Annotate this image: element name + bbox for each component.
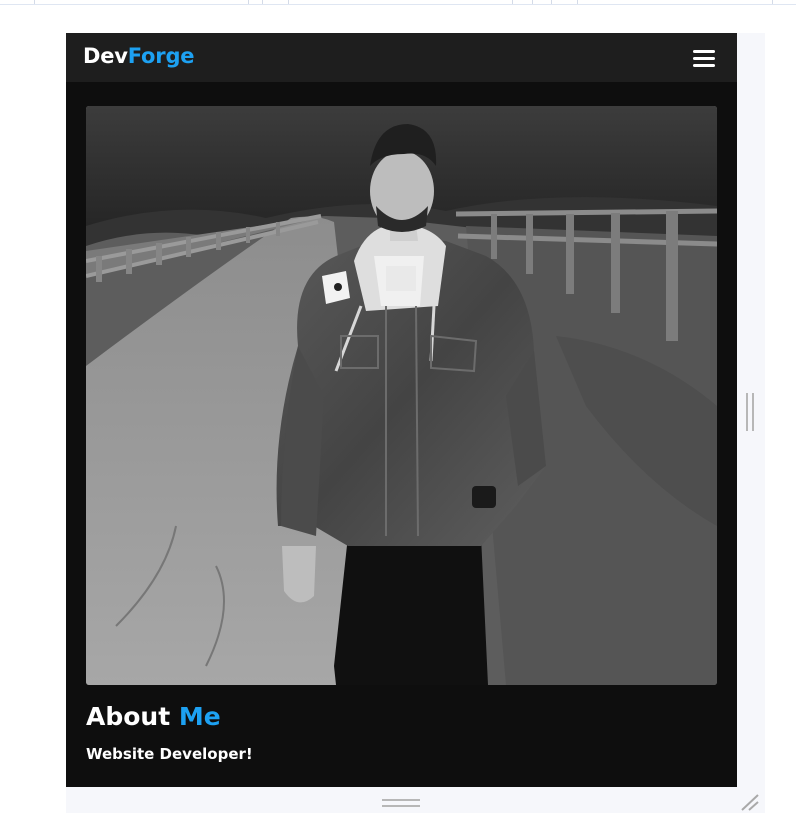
- about-heading-primary: About: [86, 702, 171, 731]
- brand-logo[interactable]: DevForge: [83, 44, 195, 68]
- hamburger-menu-icon[interactable]: [690, 47, 717, 69]
- corner-resize-grip-icon[interactable]: [739, 792, 761, 812]
- vertical-resize-grip-icon[interactable]: [746, 393, 756, 431]
- horizontal-resize-grip-icon[interactable]: [382, 799, 420, 809]
- brand-primary-text: Dev: [83, 44, 128, 68]
- navbar: DevForge: [66, 33, 737, 82]
- top-divider: [0, 0, 796, 5]
- about-heading-accent: Me: [178, 702, 221, 731]
- role-subtitle: Website Developer!: [86, 745, 253, 763]
- responsive-preview-frame: DevForge About Me Website Developer!: [66, 33, 765, 813]
- profile-photo: [86, 106, 717, 685]
- about-heading: About Me: [86, 702, 221, 731]
- preview-viewport: DevForge About Me Website Developer!: [66, 33, 737, 787]
- brand-accent-text: Forge: [127, 44, 195, 68]
